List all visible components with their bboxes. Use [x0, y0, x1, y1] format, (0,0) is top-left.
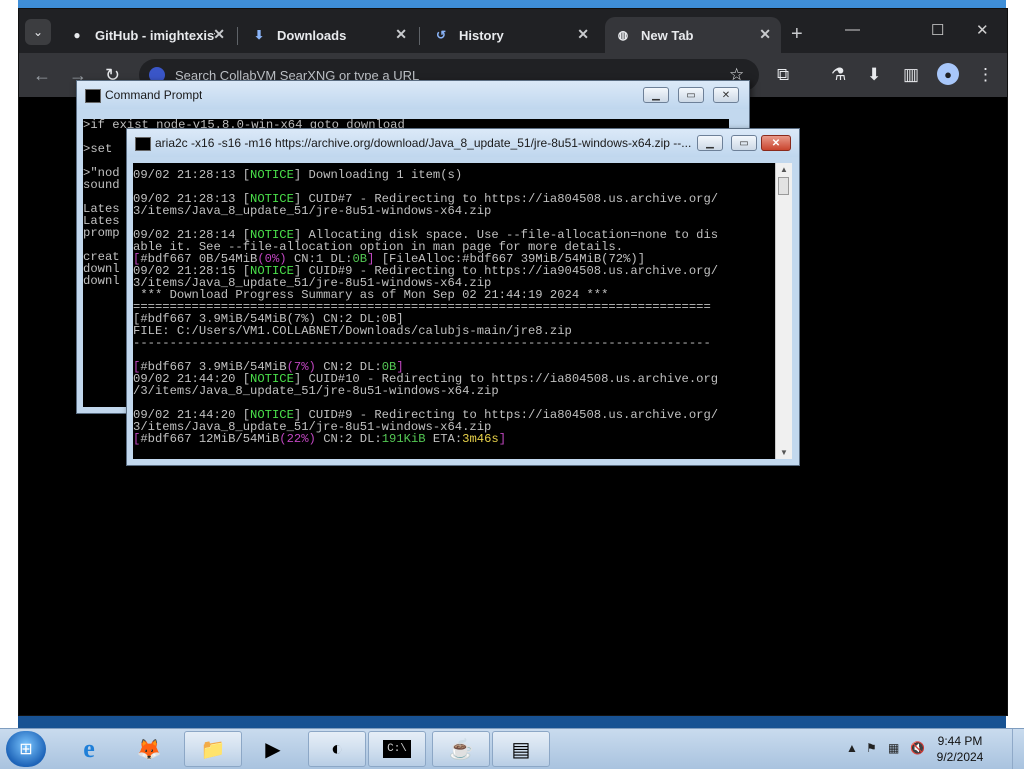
cmd-titlebar[interactable]: Command Prompt ▁ ▭ ✕ [77, 81, 749, 109]
volume-muted-icon[interactable]: 🔇 [910, 741, 925, 755]
tab-github[interactable]: ● GitHub - imightexist ✕ [59, 17, 235, 53]
java-setup-taskbar-button[interactable]: ☕ [432, 731, 490, 767]
maximize-button[interactable]: ☐ [931, 21, 944, 39]
cmd-window-icon [135, 137, 151, 151]
close-tab-icon[interactable]: ✕ [395, 26, 407, 43]
minimize-button[interactable]: — [845, 21, 860, 38]
aria2c-maximize-button[interactable]: ▭ [731, 135, 757, 151]
command-prompt-icon: C:\ [383, 740, 411, 758]
java-setup-icon: ☕ [448, 738, 474, 761]
console-line: ----------------------------------------… [133, 336, 711, 350]
firefox-taskbar-button[interactable]: 🦊 [120, 731, 178, 767]
show-desktop-button[interactable] [1012, 729, 1024, 769]
scroll-up-icon[interactable]: ▲ [776, 165, 792, 174]
console-line: 3/items/Java_8_update_51/jre-8u51-window… [133, 204, 492, 218]
history-icon: ↺ [435, 28, 447, 42]
tab-label: New Tab [641, 27, 694, 43]
tab-downloads[interactable]: ⬇ Downloads ✕ [241, 17, 417, 53]
download-icon: ⬇ [253, 28, 265, 42]
collabvm-app-icon: ◐ [330, 737, 344, 760]
cmd-window-icon [85, 89, 101, 103]
command-prompt-taskbar-button[interactable]: C:\ [368, 731, 426, 767]
notepad-window-icon: ▤ [511, 738, 531, 761]
file-explorer-taskbar-button[interactable]: 📁 [184, 731, 242, 767]
extensions-icon[interactable]: ⧉ [777, 65, 789, 85]
collabvm-app-taskbar-button[interactable]: ◐ [308, 731, 366, 767]
more-menu-icon[interactable]: ⋮ [977, 65, 994, 85]
console-line: /3/items/Java_8_update_51/jre-8u51-windo… [133, 384, 499, 398]
side-panel-icon[interactable]: ▥ [903, 65, 919, 85]
network-icon[interactable]: ▦ [888, 741, 899, 755]
media-player-icon: ▶ [265, 738, 281, 761]
media-player-taskbar-button[interactable]: ▶ [244, 731, 302, 767]
cmd-maximize-button[interactable]: ▭ [678, 87, 704, 103]
tab-divider [237, 27, 238, 45]
downloads-icon[interactable]: ⬇ [867, 65, 881, 85]
scroll-down-icon[interactable]: ▼ [776, 448, 792, 457]
console-line: 09/02 21:28:13 [NOTICE] Downloading 1 it… [133, 168, 463, 182]
aria2c-close-button[interactable]: ✕ [761, 135, 791, 151]
clock-date: 9/2/2024 [936, 750, 984, 764]
tab-new-tab[interactable]: ◍ New Tab ✕ [605, 17, 781, 53]
cmd-window-title: Command Prompt [105, 88, 203, 102]
aria2c-titlebar[interactable]: aria2c -x16 -s16 -m16 https://archive.or… [127, 129, 799, 157]
aria2c-window-title: aria2c -x16 -s16 -m16 https://archive.or… [155, 136, 692, 150]
internet-explorer-icon: e [83, 734, 95, 763]
tab-label: History [459, 27, 504, 43]
new-tab-button[interactable]: + [791, 23, 803, 46]
aria2c-minimize-button[interactable]: ▁ [697, 135, 723, 151]
close-tab-icon[interactable]: ✕ [213, 26, 225, 43]
back-icon[interactable]: ← [33, 65, 51, 86]
cmd-minimize-button[interactable]: ▁ [643, 87, 669, 103]
scroll-thumb[interactable] [778, 177, 789, 195]
globe-icon: ◍ [617, 28, 629, 42]
start-button[interactable]: ⊞ [6, 731, 46, 767]
tab-label: GitHub - imightexist [95, 27, 215, 43]
notepad-window-taskbar-button[interactable]: ▤ [492, 731, 550, 767]
console-line: [#bdf667 12MiB/54MiB(22%) CN:2 DL:191KiB… [133, 432, 507, 446]
action-center-flag-icon[interactable]: ⚑ [866, 741, 877, 755]
profile-avatar[interactable]: ● [937, 63, 959, 85]
close-button[interactable]: ✕ [976, 21, 989, 39]
internet-explorer-taskbar-button[interactable]: e [60, 731, 118, 767]
tab-label: Downloads [277, 27, 347, 43]
aria2c-scrollbar[interactable]: ▲ ▼ [775, 163, 792, 459]
taskbar: ⊞ e 🦊 📁 ▶ ◐ C:\ ☕ ▤ ▲ ⚑ ▦ 🔇 9:44 PM 9/2/2024 [0, 728, 1024, 769]
file-explorer-icon: 📁 [200, 738, 226, 761]
system-clock[interactable]: 9:44 PM 9/2/2024 [930, 733, 990, 765]
close-tab-icon[interactable]: ✕ [759, 26, 771, 43]
clock-time: 9:44 PM [937, 734, 983, 748]
labs-icon[interactable]: ⚗ [831, 65, 846, 85]
tab-history[interactable]: ↺ History ✕ [423, 17, 599, 53]
tab-search-menu-button[interactable]: ⌄ [25, 19, 51, 45]
tab-strip: ⌄ ● GitHub - imightexist ✕ ⬇ Downloads ✕… [19, 9, 1007, 53]
aria2c-window: aria2c -x16 -s16 -m16 https://archive.or… [126, 128, 800, 466]
github-icon: ● [73, 28, 81, 42]
desktop-edge-left [0, 0, 18, 728]
cmd-close-button[interactable]: ✕ [713, 87, 739, 103]
tab-divider [419, 27, 420, 45]
aria2c-console-output[interactable]: 09/02 21:28:13 [NOTICE] Downloading 1 it… [133, 163, 775, 459]
firefox-icon: 🦊 [136, 738, 162, 761]
show-hidden-icons-icon[interactable]: ▲ [846, 741, 858, 755]
close-tab-icon[interactable]: ✕ [577, 26, 589, 43]
desktop-edge-right [1006, 0, 1024, 728]
